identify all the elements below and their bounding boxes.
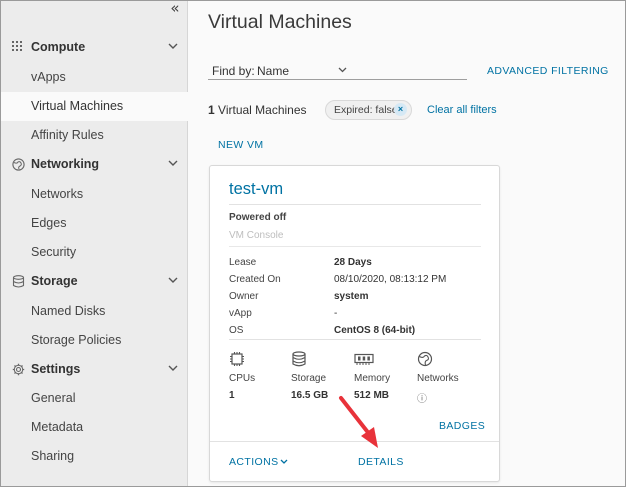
details-button[interactable]: DETAILS [358, 456, 404, 468]
globe-icon [12, 158, 25, 171]
actions-dropdown[interactable]: ACTIONS [229, 456, 288, 468]
sidebar-group-storage[interactable]: Storage [0, 267, 188, 296]
property-key: Lease [229, 257, 257, 268]
vm-name-link[interactable]: test-vm [229, 180, 283, 199]
vm-console-link: VM Console [229, 230, 284, 241]
vm-card: test-vm Powered off VM Console Lease 28 … [209, 165, 500, 482]
resource-value: 1 [229, 390, 235, 401]
resource-networks: Networks ⓘ [417, 351, 487, 405]
property-key: OS [229, 325, 244, 336]
property-row-vapp: vApp - [229, 308, 489, 325]
property-key: vApp [229, 308, 252, 319]
sidebar-item-sharing[interactable]: Sharing [0, 442, 188, 471]
property-key: Created On [229, 274, 281, 285]
property-row-lease: Lease 28 Days [229, 257, 489, 274]
sidebar-group-compute[interactable]: Compute [0, 33, 188, 62]
find-by-select[interactable]: Find by: Name [208, 60, 467, 80]
resource-label: Memory [354, 373, 391, 384]
property-value: system [334, 291, 369, 302]
new-vm-button[interactable]: NEW VM [218, 139, 264, 151]
clear-all-filters-link[interactable]: Clear all filters [427, 104, 497, 116]
filter-chip-label: Expired: false [334, 104, 398, 116]
chevron-down-icon [338, 67, 347, 73]
chevron-down-icon [168, 43, 178, 49]
resource-storage: Storage 16.5 GB [291, 351, 361, 401]
sidebar-item-affinity-rules[interactable]: Affinity Rules [0, 121, 188, 150]
property-value: 28 Days [334, 257, 372, 268]
sidebar-item-networks[interactable]: Networks [0, 180, 188, 209]
globe-icon [417, 351, 433, 367]
gear-icon [12, 363, 25, 376]
grid-icon [12, 41, 22, 51]
property-value: 08/10/2020, 08:13:12 PM [334, 274, 447, 285]
divider [229, 246, 481, 247]
page-title: Virtual Machines [208, 11, 352, 33]
resource-value: 512 MB [354, 390, 390, 401]
sidebar-item-named-disks[interactable]: Named Disks [0, 297, 188, 326]
badges-link[interactable]: BADGES [439, 420, 485, 432]
sidebar-group-networking[interactable]: Networking [0, 150, 188, 179]
sidebar-item-general[interactable]: General [0, 384, 188, 413]
divider [210, 441, 499, 442]
resource-cpus: CPUs 1 [229, 351, 299, 401]
resource-label: Storage [291, 373, 327, 384]
resource-label: CPUs [229, 373, 256, 384]
property-value: - [334, 308, 338, 319]
property-row-created-on: Created On 08/10/2020, 08:13:12 PM [229, 274, 489, 291]
chevron-down-icon [168, 160, 178, 166]
sidebar-item-metadata[interactable]: Metadata [0, 413, 188, 442]
property-key: Owner [229, 291, 259, 302]
find-by-label: Find by: [212, 64, 255, 78]
memory-icon [354, 353, 374, 365]
chevron-down-icon [168, 365, 178, 371]
find-by-value: Name [257, 64, 290, 78]
divider [229, 204, 481, 205]
advanced-filtering-link[interactable]: ADVANCED FILTERING [487, 65, 609, 77]
info-icon[interactable]: ⓘ [417, 390, 427, 405]
sidebar-item-vapps[interactable]: vApps [0, 63, 188, 92]
chevron-down-icon [281, 459, 288, 465]
main-content: Virtual Machines Find by: Name ADVANCED … [189, 0, 626, 487]
collapse-sidebar-button[interactable]: « [166, 0, 184, 18]
property-row-owner: Owner system [229, 291, 489, 308]
power-state: Powered off [229, 212, 287, 223]
sidebar: « Compute vApps Virtual Machines Affinit… [0, 0, 188, 487]
actions-label: ACTIONS [229, 456, 279, 468]
chevron-down-icon [168, 277, 178, 283]
sidebar-group-label: Compute [31, 40, 86, 54]
sidebar-group-label: Storage [31, 274, 78, 288]
cpu-icon [230, 352, 244, 366]
resource-value: 16.5 GB [291, 390, 329, 401]
remove-filter-button[interactable]: × [394, 103, 407, 116]
sidebar-item-virtual-machines[interactable]: Virtual Machines [0, 92, 188, 121]
database-icon [12, 275, 25, 288]
vm-count-text: Virtual Machines [218, 103, 307, 117]
vm-count: 1 Virtual Machines [208, 103, 307, 117]
sidebar-item-storage-policies[interactable]: Storage Policies [0, 326, 188, 355]
resource-label: Networks [417, 373, 459, 384]
property-value: CentOS 8 (64-bit) [334, 325, 416, 336]
database-icon [292, 351, 306, 367]
vm-count-number: 1 [208, 103, 215, 117]
resource-memory: Memory 512 MB [354, 351, 424, 401]
divider [229, 339, 481, 340]
sidebar-group-label: Settings [31, 362, 81, 376]
sidebar-item-security[interactable]: Security [0, 238, 188, 267]
sidebar-group-settings[interactable]: Settings [0, 355, 188, 384]
sidebar-item-edges[interactable]: Edges [0, 209, 188, 238]
sidebar-group-label: Networking [31, 157, 100, 171]
